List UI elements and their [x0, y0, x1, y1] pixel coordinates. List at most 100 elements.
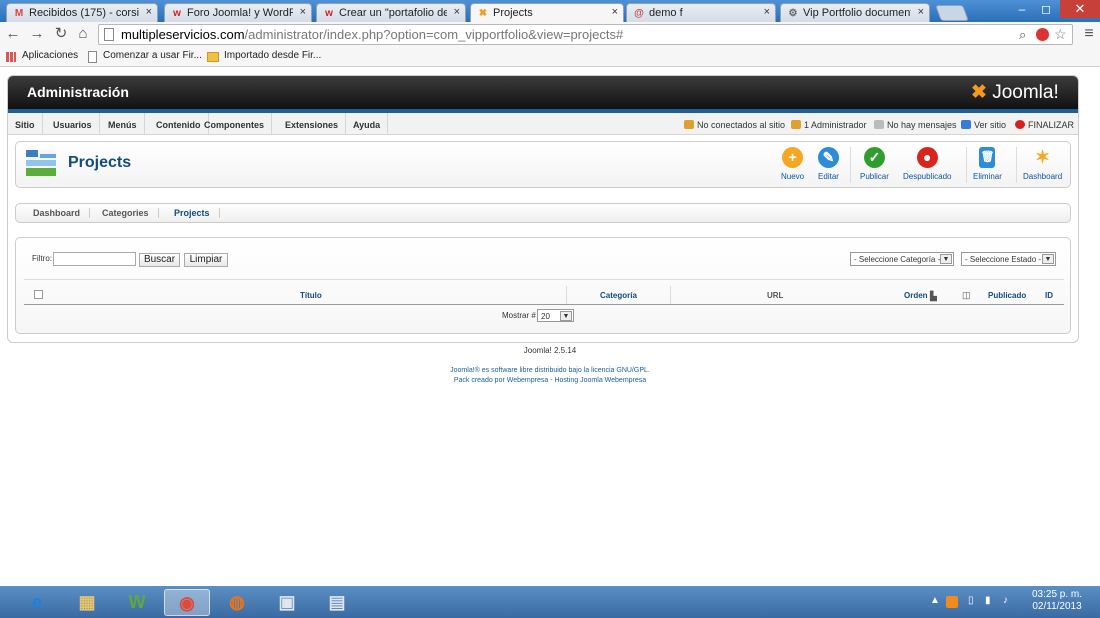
file-explorer-icon[interactable]: ▦	[64, 589, 110, 616]
window-close-button[interactable]: ✕	[1060, 0, 1100, 18]
search-button[interactable]: Buscar	[139, 253, 180, 267]
screen-icon	[961, 120, 971, 129]
divider	[966, 147, 967, 183]
close-tab-icon[interactable]: ×	[764, 6, 770, 18]
firefox-icon[interactable]: ◍	[214, 589, 260, 616]
battery-icon[interactable]: ▯	[968, 595, 974, 606]
column-order[interactable]: Orden	[904, 291, 928, 300]
check-icon: ✓	[863, 147, 885, 168]
webmatrix-icon[interactable]: W	[114, 589, 160, 616]
tray-app-icon[interactable]	[946, 596, 958, 608]
menu-item-usuarios[interactable]: Usuarios	[46, 113, 100, 135]
power-icon	[1015, 120, 1025, 129]
admin-header: Administración ✖ Joomla!	[8, 76, 1078, 109]
signal-icon[interactable]: ▮	[985, 595, 991, 606]
column-title[interactable]: Título	[300, 291, 322, 300]
toolbar-dashboard-button[interactable]: ✶ Dashboard	[1023, 147, 1062, 181]
column-published[interactable]: Publicado	[988, 291, 1026, 300]
browser-tab[interactable]: M Recibidos (175) - corsiscom ×	[6, 3, 158, 22]
status-label: 1 Administrador	[804, 120, 867, 130]
browser-toolbar: ← → ↻ ⌂ multipleservicios.com/administra…	[0, 22, 1100, 47]
admin-footer: Joomla! 2.5.14 Joomla!® es software libr…	[0, 346, 1100, 384]
browser-tab[interactable]: ⚙ Vip Portfolio documentati ×	[780, 3, 930, 22]
bookmark-apps[interactable]: Aplicaciones	[22, 50, 78, 61]
subnav-projects[interactable]: Projects	[165, 208, 220, 218]
bookmark-imported-folder[interactable]: Importado desde Fir...	[224, 50, 321, 61]
state-select[interactable]: - Seleccione Estado - ▼	[961, 252, 1056, 266]
bookmark-star-icon[interactable]: ☆	[1054, 26, 1067, 43]
browser-tab[interactable]: ✖ Projects ×	[470, 3, 624, 23]
calculator-icon[interactable]: ▤	[314, 589, 360, 616]
status-item[interactable]: FINALIZAR	[1015, 120, 1074, 130]
column-id[interactable]: ID	[1045, 291, 1053, 300]
close-tab-icon[interactable]: ×	[612, 6, 618, 18]
browser-tab-label: Recibidos (175) - corsiscom	[29, 7, 139, 19]
toolbar-eliminar-button[interactable]: 🗑 Eliminar	[973, 147, 1002, 181]
unpublish-icon: ●	[916, 147, 938, 168]
toolbar-publicar-button[interactable]: ✓ Publicar	[860, 147, 889, 181]
browser-tab[interactable]: @ demo f ×	[626, 3, 776, 22]
chrome-icon[interactable]: ◉	[164, 589, 210, 616]
system-clock[interactable]: 03:25 p. m. 02/11/2013	[1032, 589, 1082, 613]
back-icon[interactable]: ←	[4, 25, 22, 43]
toolbar-despublicado-button[interactable]: ● Despublicado	[903, 147, 951, 181]
save-order-icon[interactable]: ▙	[930, 291, 937, 302]
category-select[interactable]: - Seleccione Categoría - ▼	[850, 252, 954, 266]
gmail-icon: M	[14, 8, 24, 19]
menu-icon[interactable]: ≡	[1080, 25, 1098, 43]
dashboard-icon: ✶	[1035, 147, 1051, 167]
reload-icon[interactable]: ↻	[52, 25, 70, 43]
close-tab-icon[interactable]: ×	[146, 6, 152, 18]
status-label: FINALIZAR	[1028, 120, 1075, 130]
maximize-button[interactable]: ◻	[1036, 1, 1056, 17]
show-count-select[interactable]: 20 ▼	[537, 309, 574, 322]
tray-expand-icon[interactable]: ▲	[930, 595, 940, 606]
network-computer-icon[interactable]: ▣	[264, 589, 310, 616]
browser-tab[interactable]: w Crear un "portafolio de tra ×	[316, 3, 466, 22]
subnav-dashboard[interactable]: Dashboard	[24, 208, 91, 218]
close-tab-icon[interactable]: ×	[300, 6, 306, 18]
status-item[interactable]: No hay mensajes	[874, 120, 957, 130]
browser-tab[interactable]: w Foro Joomla! y WordPress ×	[164, 3, 312, 22]
sub-navigation: Dashboard Categories Projects	[15, 203, 1071, 223]
column-category[interactable]: Categoría	[600, 291, 637, 300]
toolbar-label: Publicar	[860, 172, 889, 181]
filter-input[interactable]	[53, 252, 136, 266]
bookmark-firefox-start[interactable]: Comenzar a usar Fir...	[103, 50, 202, 61]
ie-icon[interactable]: e	[14, 589, 60, 616]
page-toolbar: Projects + Nuevo ✎ Editar ✓ Publicar ● Despubli…	[15, 141, 1071, 188]
menu-item-componentes[interactable]: Componentes	[197, 113, 273, 135]
divider	[566, 286, 567, 304]
menu-item-sitio[interactable]: Sitio	[8, 113, 43, 135]
forward-icon[interactable]: →	[28, 25, 46, 43]
home-icon[interactable]: ⌂	[74, 25, 92, 43]
volume-icon[interactable]: ♪	[1003, 595, 1008, 606]
status-item[interactable]: 1 Administrador	[791, 120, 867, 130]
subnav-categories[interactable]: Categories	[93, 208, 159, 218]
footer-pack-link[interactable]: Pack creado por Webempresa - Hosting Joo…	[0, 377, 1100, 384]
menu-item-menús[interactable]: Menús	[101, 113, 145, 135]
close-tab-icon[interactable]: ×	[918, 6, 924, 18]
new-tab-button[interactable]	[935, 5, 969, 21]
zoom-icon[interactable]: ⌕	[1019, 27, 1026, 43]
minimize-button[interactable]: –	[1012, 1, 1032, 17]
menu-item-extensiones[interactable]: Extensiones	[278, 113, 347, 135]
browser-tab-label: Vip Portfolio documentati	[803, 7, 911, 19]
show-label: Mostrar #	[502, 311, 536, 320]
status-item[interactable]: No conectados al sitio	[684, 120, 785, 130]
toolbar-nuevo-button[interactable]: + Nuevo	[781, 147, 804, 181]
joomla-logo-icon: ✖	[971, 82, 987, 103]
clear-button[interactable]: Limpiar	[184, 253, 228, 267]
status-label: Ver sitio	[974, 120, 1007, 130]
chevron-down-icon: ▼	[940, 254, 952, 264]
state-select-value: - Seleccione Estado -	[965, 255, 1042, 264]
select-all-checkbox[interactable]	[34, 290, 43, 299]
address-bar[interactable]: multipleservicios.com/administrator/inde…	[98, 24, 1073, 45]
browser-tab-label: demo f	[649, 7, 683, 19]
toolbar-editar-button[interactable]: ✎ Editar	[818, 147, 839, 181]
extension-icon[interactable]	[1036, 28, 1049, 41]
footer-license-link[interactable]: Joomla!® es software libre distribuido b…	[0, 367, 1100, 374]
menu-item-ayuda[interactable]: Ayuda	[346, 113, 389, 135]
close-tab-icon[interactable]: ×	[454, 6, 460, 18]
status-item[interactable]: Ver sitio	[961, 120, 1006, 130]
